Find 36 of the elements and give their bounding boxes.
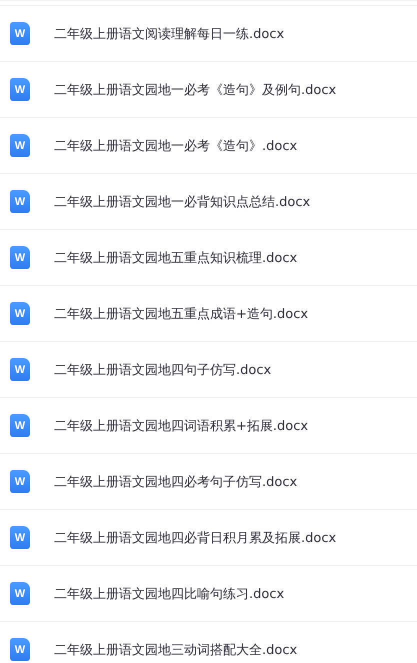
file-name: 二年级上册语文园地一必考《造句》.docx [54, 138, 298, 154]
file-name: 二年级上册语文园地五重点知识梳理.docx [54, 250, 298, 266]
word-file-icon: W [10, 358, 30, 381]
word-file-icon: W [10, 190, 30, 213]
file-row[interactable]: W 二年级上册语文园地四必考句子仿写.docx [0, 453, 417, 509]
word-file-icon: W [10, 638, 30, 661]
word-file-icon: W [10, 134, 30, 157]
file-row[interactable]: W 二年级上册语文园地四比喻句练习.docx [0, 565, 417, 621]
file-row[interactable]: W 二年级上册语文园地一必考《造句》.docx [0, 117, 417, 173]
file-name: 二年级上册语文阅读理解每日一练.docx [54, 26, 284, 42]
file-row[interactable]: W 二年级上册语文园地一必考《造句》及例句.docx [0, 61, 417, 117]
file-row[interactable]: W 二年级上册语文阅读理解每日一练.docx [0, 5, 417, 61]
file-name: 二年级上册语文园地四必背日积月累及拓展.docx [54, 530, 336, 546]
file-name: 二年级上册语文园地一必考《造句》及例句.docx [54, 82, 336, 98]
file-name: 二年级上册语文园地四词语积累+拓展.docx [54, 418, 308, 434]
word-file-icon: W [10, 470, 30, 493]
file-row[interactable]: W 二年级上册语文园地五重点成语+造句.docx [0, 285, 417, 341]
file-name: 二年级上册语文园地四句子仿写.docx [54, 362, 272, 378]
file-name: 二年级上册语文园地四比喻句练习.docx [54, 586, 284, 602]
file-name: 二年级上册语文园地三动词搭配大全.docx [54, 642, 298, 658]
file-row[interactable]: W 二年级上册语文园地一必背知识点总结.docx [0, 173, 417, 229]
word-file-icon: W [10, 526, 30, 549]
word-file-icon: W [10, 414, 30, 437]
file-name: 二年级上册语文园地四必考句子仿写.docx [54, 474, 298, 490]
word-file-icon: W [10, 246, 30, 269]
file-row[interactable]: W 二年级上册语文园地四句子仿写.docx [0, 341, 417, 397]
word-file-icon: W [10, 302, 30, 325]
file-row[interactable]: W 二年级上册语文园地四词语积累+拓展.docx [0, 397, 417, 453]
file-name: 二年级上册语文园地一必背知识点总结.docx [54, 194, 310, 210]
file-row[interactable]: W 二年级上册语文园地三动词搭配大全.docx [0, 621, 417, 663]
word-file-icon: W [10, 582, 30, 605]
file-name: 二年级上册语文园地五重点成语+造句.docx [54, 306, 308, 322]
word-file-icon: W [10, 22, 30, 45]
file-row[interactable]: W 二年级上册语文园地五重点知识梳理.docx [0, 229, 417, 285]
file-row[interactable]: W 二年级上册语文园地四必背日积月累及拓展.docx [0, 509, 417, 565]
word-file-icon: W [10, 78, 30, 101]
